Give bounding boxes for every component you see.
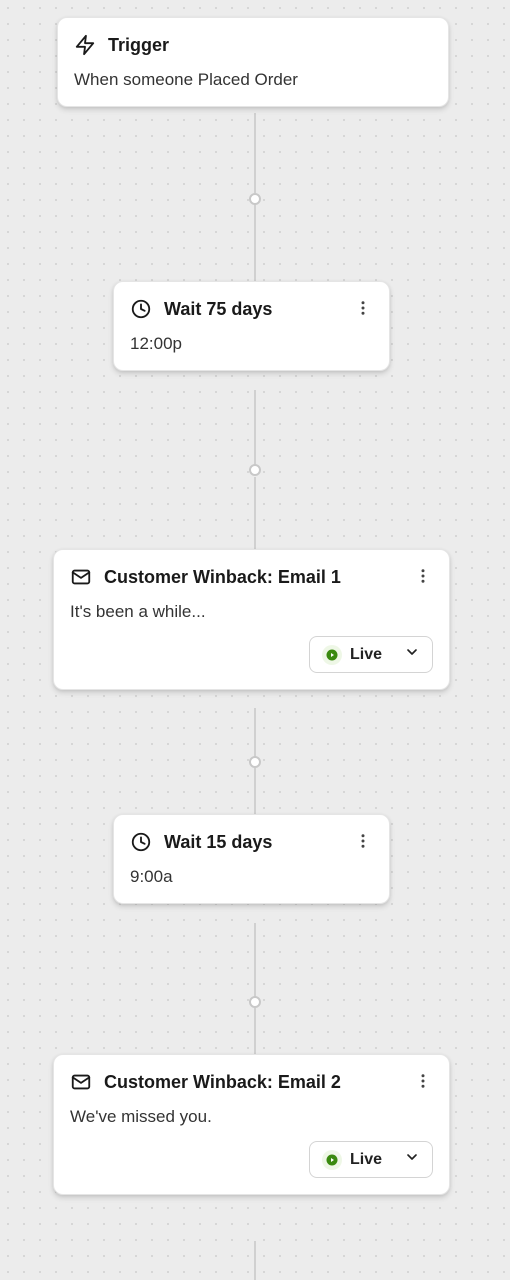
- wait-card-1[interactable]: Wait 75 days 12:00p: [113, 281, 390, 371]
- lightning-icon: [74, 34, 96, 56]
- trigger-card[interactable]: Trigger When someone Placed Order: [57, 17, 449, 107]
- trigger-description: When someone Placed Order: [74, 70, 432, 90]
- chevron-down-icon: [404, 644, 420, 665]
- connector-line: [254, 204, 256, 281]
- connector-line: [254, 390, 256, 466]
- email-card-2[interactable]: Customer Winback: Email 2 We've missed y…: [53, 1054, 450, 1195]
- email-title: Customer Winback: Email 1: [104, 567, 433, 588]
- status-label: Live: [350, 1151, 382, 1169]
- wait-title: Wait 75 days: [164, 299, 373, 320]
- envelope-icon: [70, 1071, 92, 1093]
- connector-line: [254, 768, 256, 814]
- connector-line: [254, 113, 256, 193]
- trigger-title: Trigger: [108, 35, 432, 56]
- more-menu-button[interactable]: [411, 1069, 435, 1093]
- connector-line: [254, 1241, 256, 1280]
- connector-node: [249, 756, 261, 768]
- connector-line: [254, 1008, 256, 1054]
- wait-card-2[interactable]: Wait 15 days 9:00a: [113, 814, 390, 904]
- clock-icon: [130, 831, 152, 853]
- email-card-1[interactable]: Customer Winback: Email 1 It's been a wh…: [53, 549, 450, 690]
- chevron-down-icon: [404, 1149, 420, 1170]
- status-label: Live: [350, 646, 382, 664]
- email-title: Customer Winback: Email 2: [104, 1072, 433, 1093]
- connector-line: [254, 923, 256, 997]
- connector-line: [254, 477, 256, 549]
- connector-node: [249, 996, 261, 1008]
- play-status-icon: [322, 1150, 342, 1170]
- more-menu-button[interactable]: [351, 296, 375, 320]
- status-dropdown[interactable]: Live: [309, 636, 433, 673]
- wait-time: 9:00a: [130, 867, 373, 887]
- play-status-icon: [322, 645, 342, 665]
- envelope-icon: [70, 566, 92, 588]
- email-subject: It's been a while...: [70, 602, 433, 622]
- clock-icon: [130, 298, 152, 320]
- wait-time: 12:00p: [130, 334, 373, 354]
- connector-line: [254, 708, 256, 757]
- wait-title: Wait 15 days: [164, 832, 373, 853]
- more-menu-button[interactable]: [351, 829, 375, 853]
- connector-node: [249, 464, 261, 476]
- more-menu-button[interactable]: [411, 564, 435, 588]
- email-subject: We've missed you.: [70, 1107, 433, 1127]
- status-dropdown[interactable]: Live: [309, 1141, 433, 1178]
- connector-node: [249, 193, 261, 205]
